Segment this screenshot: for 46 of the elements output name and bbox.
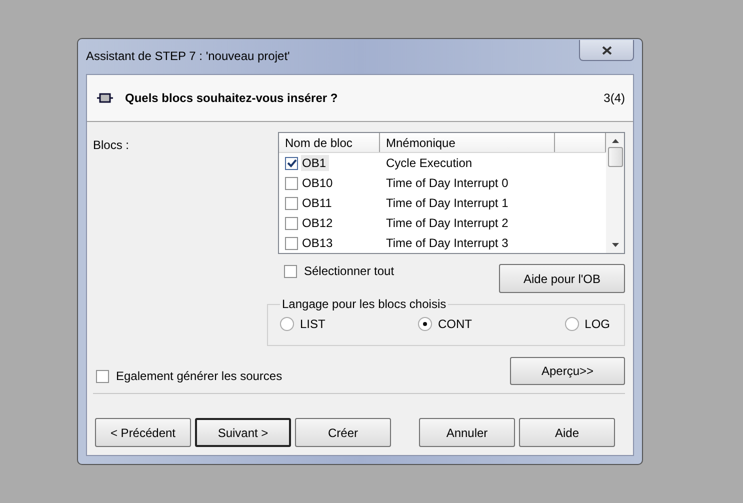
up-arrow-icon[interactable] (612, 139, 618, 143)
table-cell: OB1 (301, 155, 330, 171)
table-cell-text: Time of Day Interrupt 2 (385, 216, 508, 230)
radio-label[interactable]: LOG (584, 317, 610, 331)
blocks-label: Blocs : (93, 138, 130, 154)
preview-button[interactable]: Aperçu>> (510, 357, 625, 385)
radio-label[interactable]: CONT (438, 317, 472, 331)
table-cell-text: OB12 (301, 215, 334, 231)
checkbox[interactable] (285, 236, 298, 250)
table-cell-text: Cycle Execution (385, 156, 472, 170)
dialog-button[interactable]: Suivant > (195, 418, 291, 447)
dialog-button[interactable]: Créer (295, 418, 391, 447)
radio-button[interactable] (280, 317, 294, 331)
checkbox-label[interactable]: Egalement générer les sources (116, 369, 282, 383)
dialog-button[interactable]: Aide (519, 418, 615, 447)
down-arrow-icon[interactable] (612, 243, 618, 247)
checkbox[interactable] (285, 196, 298, 210)
block-icon (97, 93, 113, 103)
table-cell-text: Time of Day Interrupt 3 (385, 236, 508, 250)
dialog-button[interactable]: < Précédent (95, 418, 191, 447)
close-icon (602, 46, 612, 54)
scrollbar[interactable] (606, 133, 624, 253)
group-title: Langage pour les blocs choisis (281, 297, 448, 311)
table-cell-text: OB10 (301, 175, 334, 191)
column-header[interactable]: Nom de bloc (279, 133, 380, 152)
table-cell-text: Time of Day Interrupt 0 (385, 176, 508, 190)
checkbox[interactable] (285, 156, 298, 170)
radio-label[interactable]: LIST (300, 317, 326, 331)
column-header[interactable]: Mnémonique (380, 133, 555, 152)
checkbox[interactable] (96, 370, 109, 382)
radio-button[interactable] (564, 317, 579, 331)
window-title: Assistant de STEP 7 : 'nouveau projet' (86, 49, 290, 63)
checkbox[interactable] (285, 176, 298, 190)
close-button[interactable] (579, 40, 634, 61)
dialog-button[interactable]: Annuler (419, 418, 515, 447)
checkbox[interactable] (284, 264, 297, 278)
table-cell-text: OB11 (301, 195, 333, 211)
page-question: Quels blocs souhaitez-vous insérer ? (125, 91, 339, 105)
step-counter: 3(4) (604, 91, 625, 105)
checkbox[interactable] (285, 216, 298, 230)
table-cell-text: Time of Day Interrupt 1 (385, 196, 508, 210)
ob-help-button[interactable]: Aide pour l'OB (499, 264, 625, 293)
checkbox-label[interactable]: Sélectionner tout (304, 264, 394, 278)
scroll-thumb[interactable] (608, 147, 622, 167)
table-cell-text: OB13 (301, 235, 334, 251)
radio-button[interactable] (418, 317, 432, 331)
